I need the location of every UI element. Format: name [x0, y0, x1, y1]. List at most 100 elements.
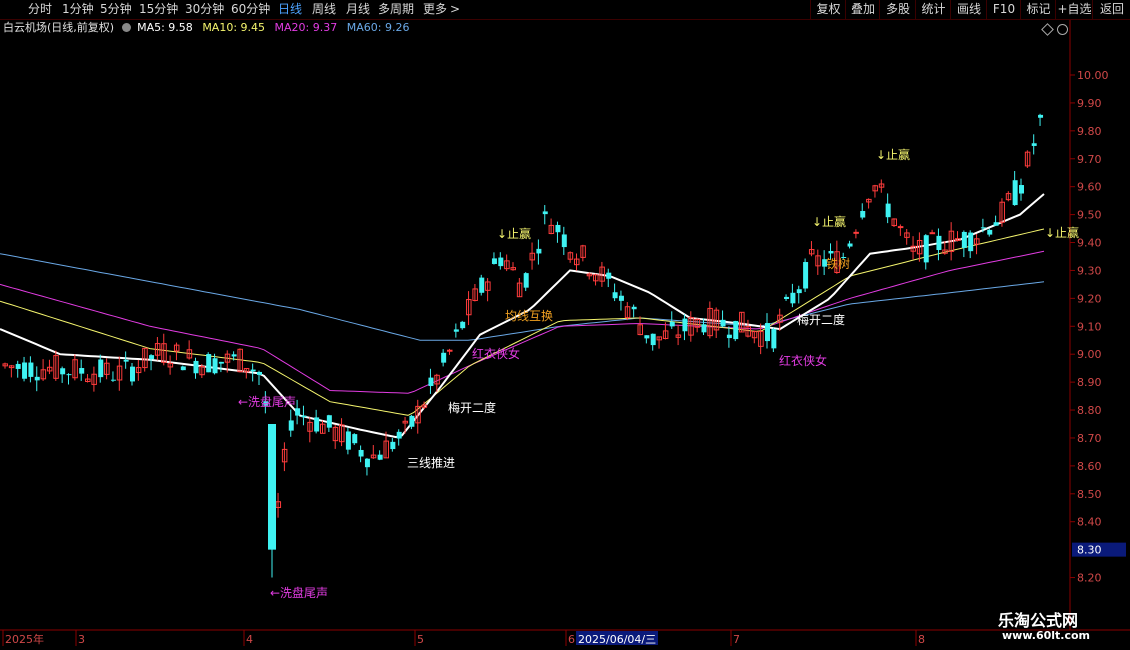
- candle-body: [180, 366, 186, 371]
- watermark-url: www.60lt.com: [1002, 629, 1091, 642]
- candle-body: [542, 211, 548, 215]
- date-label: 6: [568, 633, 575, 646]
- period-tab[interactable]: 5分钟: [100, 1, 132, 18]
- candle-body: [669, 321, 675, 327]
- ma20-value: MA20: 9.37: [274, 21, 338, 34]
- candle-body: [66, 374, 72, 376]
- candle-body: [853, 231, 859, 234]
- candle-body: [523, 273, 529, 288]
- period-tab[interactable]: 30分钟: [185, 1, 224, 18]
- candle-body: [79, 368, 85, 374]
- date-label: 8: [918, 633, 925, 646]
- candle-body: [612, 292, 618, 299]
- annotation-take-profit: ↓止赢: [497, 226, 531, 241]
- more-arrow-icon[interactable]: >: [450, 1, 460, 18]
- price-tick-label: 9.30: [1077, 264, 1102, 277]
- date-label: 3: [78, 633, 85, 646]
- candle-body: [860, 210, 866, 218]
- price-tick-label: 9.60: [1077, 181, 1102, 194]
- toolbar-button[interactable]: 叠加: [845, 0, 880, 19]
- candle-body: [34, 376, 40, 381]
- annotation-flower-tree: 铁树: [826, 256, 850, 271]
- candle-body: [720, 319, 726, 327]
- candle-body: [606, 272, 612, 279]
- candle-body: [193, 360, 199, 374]
- circle-icon[interactable]: [1057, 24, 1068, 35]
- toolbar-button[interactable]: 画线: [950, 0, 987, 19]
- candle-body: [929, 232, 936, 235]
- candle-body: [682, 318, 688, 332]
- price-tick-label: 9.80: [1077, 125, 1102, 138]
- price-tick-label: 8.60: [1077, 460, 1102, 473]
- candle-body: [15, 363, 21, 369]
- candle-body: [561, 234, 567, 248]
- candle-body: [358, 449, 364, 457]
- annotation-red-hero: 红衣侠女: [472, 346, 520, 361]
- toolbar-button[interactable]: F10: [986, 0, 1021, 19]
- period-tab[interactable]: 15分钟: [139, 1, 178, 18]
- price-tick-label: 8.80: [1077, 404, 1102, 417]
- kline-chart[interactable]: 10.00 9.90 9.80 9.70 9.60 9.50 9.40 9.30 9.20 9.1…: [0, 0, 1130, 650]
- period-tab[interactable]: 日线: [278, 1, 302, 18]
- period-tab[interactable]: 60分钟: [231, 1, 270, 18]
- candle-body: [22, 362, 28, 379]
- date-label: 4: [246, 633, 253, 646]
- candle-body: [288, 420, 294, 431]
- toolbar-button[interactable]: 复权: [810, 0, 846, 19]
- candle-body: [796, 289, 802, 294]
- candle-body: [364, 458, 370, 468]
- candle-body: [555, 224, 561, 233]
- candle-body: [390, 441, 396, 450]
- period-tab[interactable]: 多周期: [378, 1, 414, 18]
- candle-body: [1012, 180, 1018, 206]
- candle-body: [301, 415, 307, 418]
- candle-body: [803, 262, 809, 289]
- stock-title[interactable]: 白云机场(日线,前复权): [3, 21, 114, 34]
- ma5-value: MA5: 9.58: [137, 21, 193, 34]
- candle-body: [314, 417, 320, 432]
- candle-body: [784, 296, 790, 300]
- period-tab[interactable]: 更多: [423, 1, 447, 18]
- candle-body: [1019, 185, 1024, 194]
- price-tick-label: 9.50: [1077, 209, 1102, 222]
- period-tab[interactable]: 月线: [346, 1, 370, 18]
- candle-body: [352, 434, 358, 444]
- period-toolbar: 分时 1分钟 5分钟 15分钟 30分钟 60分钟 日线 周线 月线 多周期 更多 > 复权 叠加 多股 统计…: [0, 0, 1130, 20]
- toolbar-button[interactable]: 多股: [879, 0, 916, 19]
- toolbar-button[interactable]: +自选: [1055, 0, 1093, 19]
- candle-body: [345, 431, 351, 450]
- date-label: 7: [733, 633, 740, 646]
- candle-body: [644, 335, 650, 339]
- annotation-plum-twice: 梅开二度: [448, 400, 496, 415]
- price-tick-label: 8.40: [1077, 516, 1102, 529]
- date-highlight-label: 2025/06/04/三: [578, 633, 656, 646]
- toolbar-button[interactable]: 标记: [1020, 0, 1056, 19]
- toolbar-button[interactable]: 返回: [1092, 0, 1130, 19]
- candle-body: [453, 329, 459, 332]
- candle-body: [726, 334, 732, 339]
- candle-body: [123, 359, 129, 362]
- candle-body: [447, 349, 453, 352]
- ma10-value: MA10: 9.45: [202, 21, 266, 34]
- candle-body: [1038, 114, 1044, 118]
- settings-icon[interactable]: [121, 23, 131, 32]
- price-tick-label: 9.00: [1077, 348, 1102, 361]
- toolbar-button[interactable]: 统计: [915, 0, 951, 19]
- candle-body: [212, 358, 218, 374]
- annotation-three-lines: 三线推进: [407, 456, 455, 470]
- period-tab[interactable]: 1分钟: [62, 1, 94, 18]
- candle-body: [993, 222, 999, 226]
- annotation-wash-tail: ←洗盘尾声: [270, 585, 328, 600]
- candle-body: [1031, 143, 1037, 146]
- candle-body: [206, 354, 212, 373]
- price-tick-label: 9.70: [1077, 153, 1102, 166]
- price-tick-label: 9.10: [1077, 320, 1102, 333]
- price-tick-label: 10.00: [1077, 69, 1109, 82]
- candle-body: [987, 229, 993, 235]
- candle-body: [441, 352, 447, 363]
- annotation-plum-twice: 梅开二度: [797, 312, 845, 327]
- period-tab[interactable]: 周线: [312, 1, 336, 18]
- period-tab[interactable]: 分时: [28, 1, 52, 18]
- price-tick-label: 9.40: [1077, 237, 1102, 250]
- candle-body: [936, 235, 942, 251]
